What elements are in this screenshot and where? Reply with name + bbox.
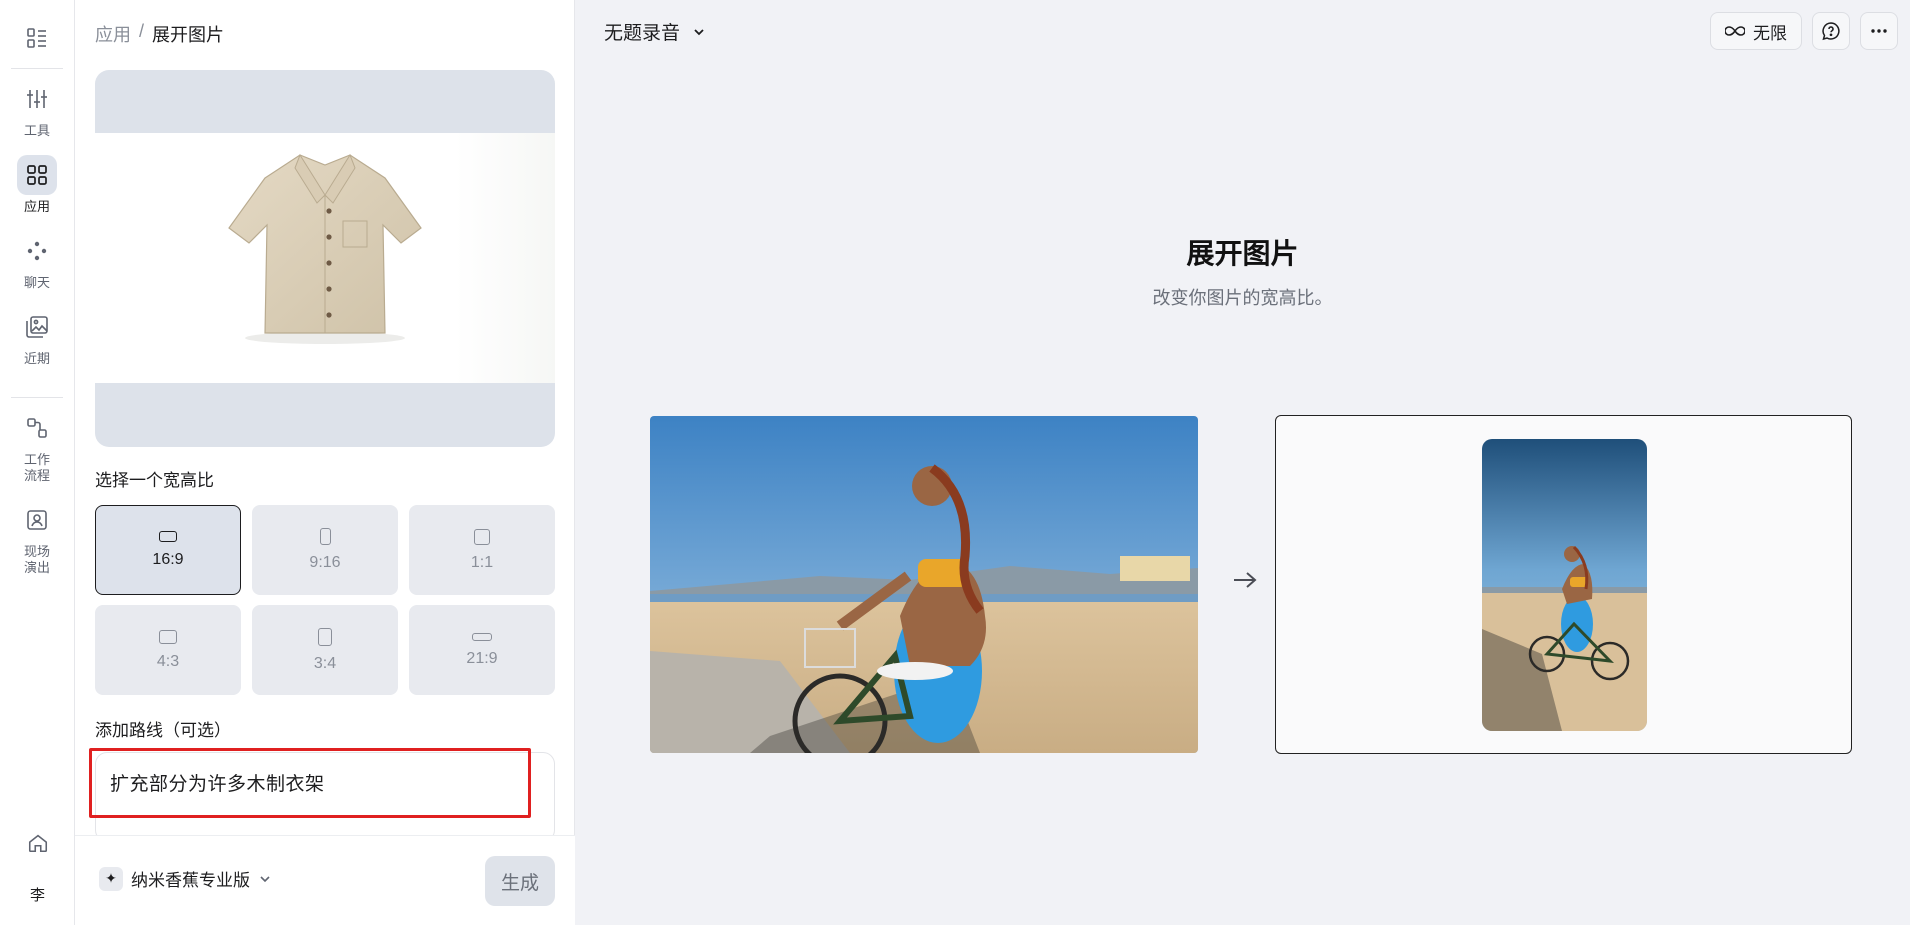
aspect-ratio-label: 选择一个宽高比 — [95, 471, 214, 490]
sparkle-icon: ✦ — [99, 866, 123, 891]
rail-item-tools[interactable]: 工具 — [17, 79, 57, 139]
model-selector[interactable]: ✦ 纳米香蕉专业版 — [99, 866, 272, 891]
arrow-right-icon — [1234, 572, 1257, 588]
hero-subtitle: 改变你图片的宽高比。 — [1152, 288, 1333, 308]
rail-label-apps: 应用 — [23, 199, 50, 214]
ratio-option-16-9[interactable]: 16:9 — [95, 505, 241, 595]
ratio-3-4-icon — [318, 627, 332, 646]
feedback-button[interactable] — [1812, 12, 1850, 50]
rail-label-chat: 聊天 — [23, 275, 50, 290]
rail-label-recent: 近期 — [23, 351, 50, 366]
ratio-option-4-3[interactable]: 4:3 — [95, 605, 241, 695]
shirt-illustration — [228, 153, 422, 344]
workflow-icon — [17, 408, 57, 448]
left-rail: 工具 应用 聊天 近期 工作 流程 现场 演出 李 — [0, 0, 75, 925]
prompt-textarea[interactable] — [95, 752, 555, 842]
hero-title: 展开图片 — [1186, 238, 1299, 269]
ratio-16-9-icon — [159, 531, 177, 542]
example-before-image — [650, 416, 1198, 753]
document-title: 无题录音 — [604, 23, 681, 44]
infinity-icon — [1725, 26, 1745, 36]
chevron-down-icon — [260, 875, 270, 882]
breadcrumb: 应用 / 展开图片 — [95, 21, 224, 47]
aspect-ratio-grid: 16:9 9:16 1:1 4:3 3:4 21:9 — [95, 505, 555, 695]
breadcrumb-root-link[interactable]: 应用 — [95, 21, 131, 47]
rail-label-live: 现场 演出 — [23, 544, 50, 575]
rail-label-workflow: 工作 流程 — [23, 452, 50, 483]
ratio-option-label: 4:3 — [156, 652, 180, 670]
ratio-option-label: 16:9 — [152, 551, 184, 568]
rail-item-chat[interactable]: 聊天 — [17, 231, 57, 291]
user-avatar[interactable]: 李 — [23, 879, 53, 909]
image-preview-frame[interactable] — [95, 70, 555, 447]
ratio-option-label: 1:1 — [470, 553, 494, 571]
ratio-4-3-icon — [159, 629, 177, 644]
beach-cyclist-photo — [650, 416, 1198, 753]
rail-item-apps[interactable]: 应用 — [17, 155, 57, 215]
sidebar-toggle-icon — [27, 28, 46, 48]
ratio-9-16-icon — [319, 528, 331, 545]
gallery-icon — [17, 307, 57, 347]
ratio-option-3-4[interactable]: 3:4 — [252, 605, 398, 695]
chevron-down-icon — [694, 28, 704, 35]
prompt-input-value[interactable]: 扩充部分为许多木制衣架 — [110, 769, 325, 796]
ratio-1-1-icon — [474, 528, 490, 545]
feedback-icon — [1822, 22, 1840, 41]
more-icon — [1871, 29, 1887, 33]
chat-dots-icon — [17, 231, 57, 271]
model-name: 纳米香蕉专业版 — [131, 871, 250, 890]
apps-grid-icon — [17, 155, 57, 195]
ratio-21-9-icon — [472, 632, 492, 641]
top-actions: 无限 — [1710, 12, 1898, 50]
ratio-option-label: 3:4 — [313, 654, 337, 672]
live-show-icon — [17, 500, 57, 540]
main-canvas: 无题录音 无限 展开图片 改变你图片的宽高比。 — [575, 0, 1910, 925]
unlimited-label: 无限 — [1753, 23, 1787, 43]
sidebar-toggle-button[interactable] — [21, 22, 53, 54]
uploaded-shirt-image — [95, 133, 555, 383]
home-button[interactable] — [20, 825, 56, 861]
panel-footer: ✦ 纳米香蕉专业版 生成 — [75, 835, 575, 925]
generate-button[interactable]: 生成 — [485, 856, 555, 906]
prompt-label: 添加路线（可选） — [95, 721, 231, 740]
sliders-icon — [17, 79, 57, 119]
document-title-dropdown[interactable]: 无题录音 — [604, 18, 706, 45]
beach-cyclist-expanded-photo — [1482, 439, 1647, 731]
ratio-option-9-16[interactable]: 9:16 — [252, 505, 398, 595]
more-options-button[interactable] — [1860, 12, 1898, 50]
rail-item-recent[interactable]: 近期 — [17, 307, 57, 367]
rail-divider — [11, 68, 63, 69]
ratio-option-label: 21:9 — [466, 649, 498, 667]
ratio-option-label: 9:16 — [309, 554, 341, 571]
rail-item-workflow[interactable]: 工作 流程 — [17, 408, 57, 484]
rail-item-live[interactable]: 现场 演出 — [17, 500, 57, 576]
example-after-frame — [1275, 415, 1852, 754]
rail-divider — [11, 397, 63, 398]
ratio-option-1-1[interactable]: 1:1 — [409, 505, 555, 595]
unlimited-button[interactable]: 无限 — [1710, 12, 1802, 50]
rail-label-tools: 工具 — [23, 123, 50, 138]
rail-bottom: 李 — [0, 825, 75, 909]
breadcrumb-current: 展开图片 — [152, 25, 225, 45]
ratio-option-21-9[interactable]: 21:9 — [409, 605, 555, 695]
breadcrumb-separator: / — [139, 21, 145, 41]
home-icon — [28, 834, 47, 853]
example-after-image — [1482, 439, 1647, 731]
